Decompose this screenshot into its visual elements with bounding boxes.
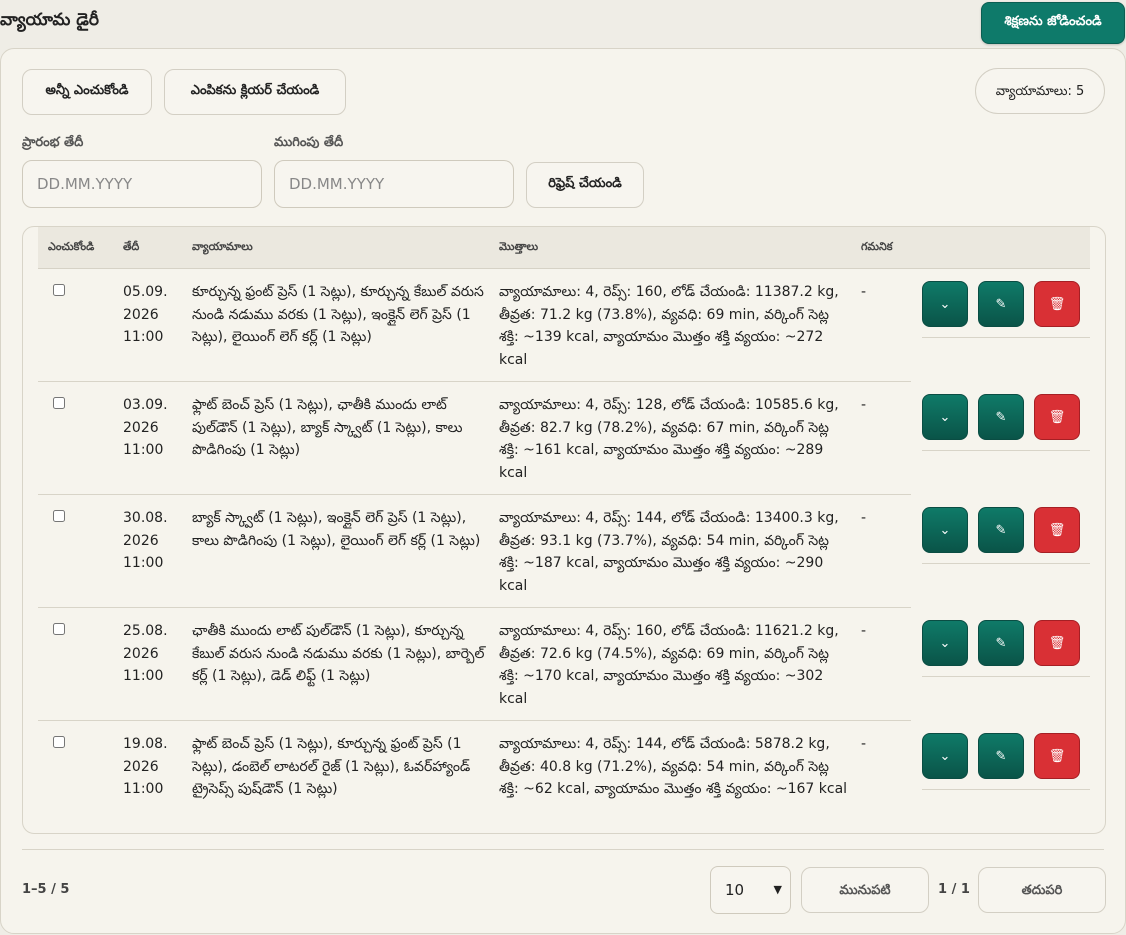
row-exercises: ఛాతీకి ముందు లాట్ పుల్‌డౌన్ (1 సెట్లు), …	[192, 623, 485, 684]
trash-icon: 🗑	[1048, 410, 1066, 425]
chevron-down-icon: ⌄	[939, 749, 951, 764]
pencil-icon: ✎	[995, 636, 1007, 651]
row-note: -	[861, 284, 867, 300]
row-exercises: బ్యాక్ స్క్వాట్ (1 సెట్లు), ఇంక్లైన్ లెగ…	[192, 510, 481, 549]
trash-icon: 🗑	[1048, 523, 1066, 538]
row-exercises: ఫ్లాట్ బెంచ్ ప్రెస్ (1 సెట్లు), ఛాతీకి మ…	[192, 397, 463, 458]
table-row: 03.09. 2026 11:00 ఫ్లాట్ బెంచ్ ప్రెస్ (1…	[38, 382, 1090, 495]
table-row: 19.08. 2026 11:00 ఫ్లాట్ బెంచ్ ప్రెస్ (1…	[38, 721, 1090, 833]
row-totals: వ్యాయామాలు: 4, రెప్స్: 144, లోడ్ చేయండి:…	[499, 510, 839, 594]
row-totals: వ్యాయామాలు: 4, రెప్స్: 128, లోడ్ చేయండి:…	[499, 397, 839, 481]
previous-page-button[interactable]: మునుపటి	[801, 867, 929, 913]
column-header-select: ఎంచుకోండి	[48, 240, 95, 253]
edit-row-button[interactable]: ✎	[978, 733, 1024, 779]
page-size-select[interactable]: 10 ▼	[710, 866, 791, 914]
workout-table: ఎంచుకోండి తేదీ వ్యాయామాలు మొత్తాలు గమనిక…	[22, 226, 1106, 834]
row-note: -	[861, 623, 867, 639]
top-bar: వ్యాయామ డైరీ శిక్షణను జోడించండి	[0, 0, 1126, 48]
row-totals: వ్యాయామాలు: 4, రెప్స్: 144, లోడ్ చేయండి:…	[499, 736, 848, 797]
pencil-icon: ✎	[995, 749, 1007, 764]
pencil-icon: ✎	[995, 523, 1007, 538]
edit-row-button[interactable]: ✎	[978, 394, 1024, 440]
start-date-input[interactable]	[22, 160, 262, 208]
expand-row-button[interactable]: ⌄	[922, 281, 968, 327]
end-date-input[interactable]	[274, 160, 514, 208]
trash-icon: 🗑	[1048, 297, 1066, 312]
row-note: -	[861, 736, 867, 752]
expand-row-button[interactable]: ⌄	[922, 507, 968, 553]
delete-row-button[interactable]: 🗑	[1034, 281, 1080, 327]
pencil-icon: ✎	[995, 410, 1007, 425]
page-indicator: 1 / 1	[938, 882, 970, 897]
page-title: వ్యాయామ డైరీ	[0, 10, 99, 30]
table-header: ఎంచుకోండి తేదీ వ్యాయామాలు మొత్తాలు గమనిక	[38, 227, 1090, 269]
row-note: -	[861, 397, 867, 413]
row-date: 25.08. 2026 11:00	[123, 623, 168, 684]
start-date-label: ప్రారంభ తేదీ	[22, 135, 84, 150]
table-row: 05.09. 2026 11:00 కూర్చున్న ఫ్రంట్ ప్రెస…	[38, 269, 1090, 382]
row-totals: వ్యాయామాలు: 4, రెప్స్: 160, లోడ్ చేయండి:…	[499, 623, 839, 707]
trash-icon: 🗑	[1048, 636, 1066, 651]
delete-row-button[interactable]: 🗑	[1034, 507, 1080, 553]
chevron-down-icon: ⌄	[939, 523, 951, 538]
exercise-count-badge: వ్యాయామాలు: 5	[975, 68, 1105, 114]
row-exercises: ఫ్లాట్ బెంచ్ ప్రెస్ (1 సెట్లు), కూర్చున్…	[192, 736, 471, 797]
chevron-down-icon: ⌄	[939, 297, 951, 312]
next-page-button[interactable]: తదుపరి	[978, 867, 1106, 913]
delete-row-button[interactable]: 🗑	[1034, 394, 1080, 440]
row-date: 05.09. 2026 11:00	[123, 284, 168, 345]
expand-row-button[interactable]: ⌄	[922, 620, 968, 666]
delete-row-button[interactable]: 🗑	[1034, 733, 1080, 779]
column-header-date: తేదీ	[123, 240, 140, 253]
pagination-range: 1–5 / 5	[22, 882, 70, 897]
row-exercises: కూర్చున్న ఫ్రంట్ ప్రెస్ (1 సెట్లు), కూర్…	[192, 284, 484, 345]
trash-icon: 🗑	[1048, 749, 1066, 764]
end-date-label: ముగింపు తేదీ	[274, 135, 344, 150]
edit-row-button[interactable]: ✎	[978, 507, 1024, 553]
refresh-button[interactable]: రిఫ్రెష్ చేయండి	[526, 162, 644, 208]
pencil-icon: ✎	[995, 297, 1007, 312]
expand-row-button[interactable]: ⌄	[922, 394, 968, 440]
delete-row-button[interactable]: 🗑	[1034, 620, 1080, 666]
chevron-down-icon: ▼	[773, 883, 782, 896]
select-all-button[interactable]: అన్నీ ఎంచుకోండి	[22, 69, 152, 115]
chevron-down-icon: ⌄	[939, 410, 951, 425]
row-note: -	[861, 510, 867, 526]
expand-row-button[interactable]: ⌄	[922, 733, 968, 779]
row-select-checkbox[interactable]	[53, 623, 65, 635]
table-row: 25.08. 2026 11:00 ఛాతీకి ముందు లాట్ పుల్…	[38, 608, 1090, 721]
edit-row-button[interactable]: ✎	[978, 281, 1024, 327]
page-size-value: 10	[725, 881, 745, 899]
column-header-note: గమనిక	[861, 240, 893, 253]
row-select-checkbox[interactable]	[53, 397, 65, 409]
chevron-down-icon: ⌄	[939, 636, 951, 651]
row-select-checkbox[interactable]	[53, 510, 65, 522]
edit-row-button[interactable]: ✎	[978, 620, 1024, 666]
row-date: 30.08. 2026 11:00	[123, 510, 168, 571]
main-panel: అన్నీ ఎంచుకోండి ఎంపికను క్లియర్ చేయండి వ…	[0, 48, 1126, 934]
column-header-totals: మొత్తాలు	[499, 240, 539, 253]
column-header-exercises: వ్యాయామాలు	[192, 240, 253, 253]
row-date: 03.09. 2026 11:00	[123, 397, 168, 458]
clear-selection-button[interactable]: ఎంపికను క్లియర్ చేయండి	[164, 69, 346, 115]
row-select-checkbox[interactable]	[53, 736, 65, 748]
add-training-button[interactable]: శిక్షణను జోడించండి	[981, 2, 1125, 44]
row-totals: వ్యాయామాలు: 4, రెప్స్: 160, లోడ్ చేయండి:…	[499, 284, 839, 368]
table-row: 30.08. 2026 11:00 బ్యాక్ స్క్వాట్ (1 సెట…	[38, 495, 1090, 608]
row-select-checkbox[interactable]	[53, 284, 65, 296]
row-date: 19.08. 2026 11:00	[123, 736, 168, 797]
